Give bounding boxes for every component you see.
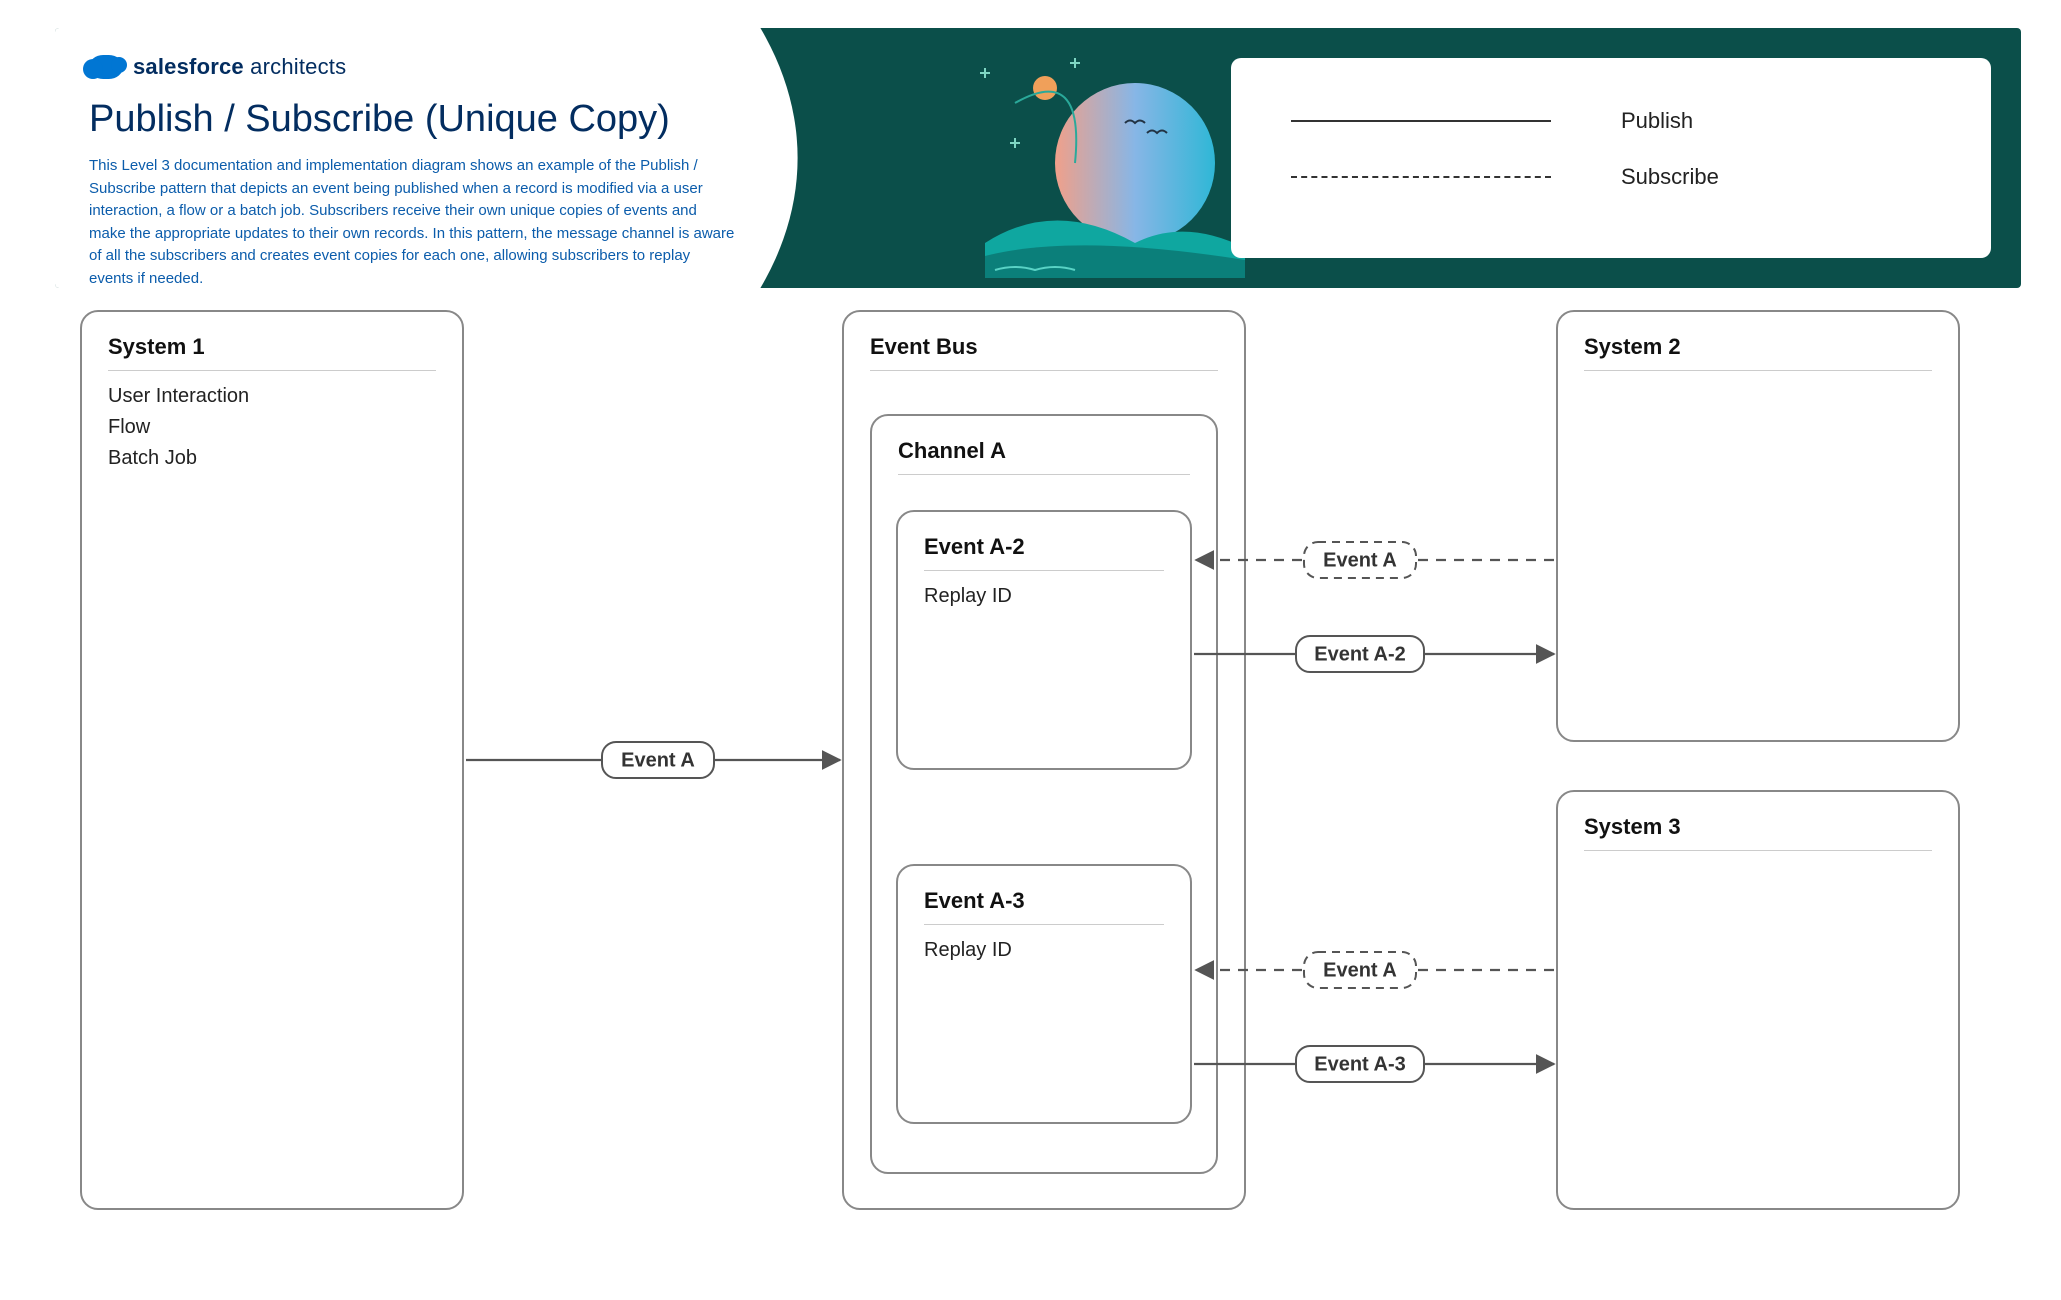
- box-system-3: System 3: [1556, 790, 1960, 1210]
- replay-id-label: Replay ID: [924, 939, 1164, 962]
- list-item: Flow: [108, 416, 436, 439]
- diagram-page: salesforce architects Publish / Subscrib…: [0, 0, 2061, 1300]
- box-system-1-title: System 1: [108, 334, 436, 371]
- box-event-a-2: Event A-2 Replay ID: [896, 510, 1192, 770]
- box-channel-a-title: Channel A: [898, 438, 1190, 475]
- box-system-2: System 2: [1556, 310, 1960, 742]
- box-system-1: System 1 User Interaction Flow Batch Job: [80, 310, 464, 1210]
- box-event-a-3: Event A-3 Replay ID: [896, 864, 1192, 1124]
- list-item: User Interaction: [108, 385, 436, 408]
- replay-id-label: Replay ID: [924, 585, 1164, 608]
- list-item: Batch Job: [108, 447, 436, 470]
- box-event-a-2-body: Replay ID: [924, 585, 1164, 608]
- box-system-1-body: User Interaction Flow Batch Job: [108, 385, 436, 470]
- box-system-3-title: System 3: [1584, 814, 1932, 851]
- box-event-a-2-title: Event A-2: [924, 534, 1164, 571]
- box-system-2-title: System 2: [1584, 334, 1932, 371]
- box-event-bus-title: Event Bus: [870, 334, 1218, 371]
- box-event-a-3-title: Event A-3: [924, 888, 1164, 925]
- diagram-boxes-layer: System 1 User Interaction Flow Batch Job…: [0, 0, 2061, 1300]
- box-event-a-3-body: Replay ID: [924, 939, 1164, 962]
